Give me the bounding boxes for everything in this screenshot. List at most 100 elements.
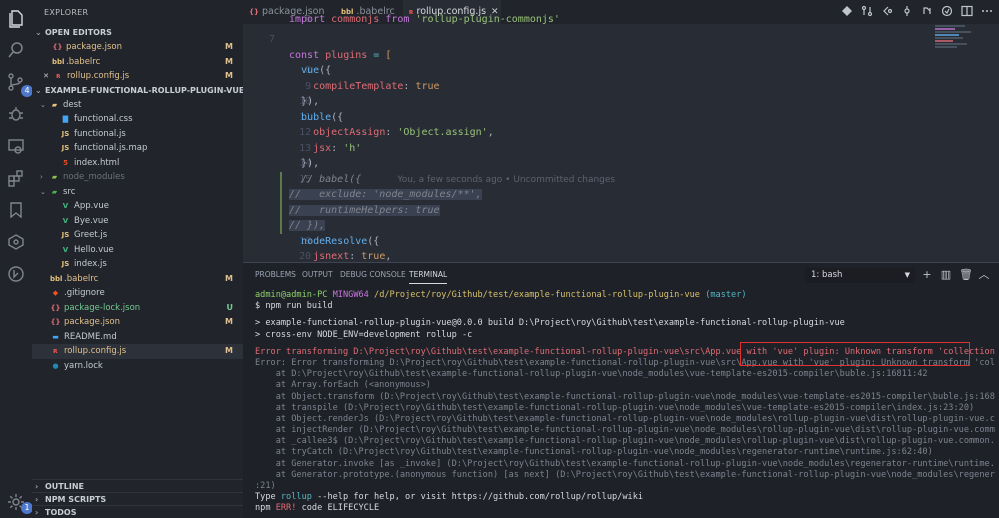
folder-open-icon: ▰ — [51, 187, 58, 196]
panel-tabs: PROBLEMS OUTPUT DEBUG CONSOLE TERMINAL 1… — [243, 263, 999, 287]
open-editor-item[interactable]: bbl .babelrc M — [32, 55, 243, 70]
code-line: 17// exclude: 'node_modules/**', — [243, 187, 999, 216]
tree-folder-node-modules[interactable]: › ▰ node_modules — [32, 170, 243, 185]
more-actions-icon[interactable] — [981, 5, 993, 19]
terminal-line: > cross-env NODE_ENV=development rollup … — [255, 329, 473, 340]
tree-folder-src[interactable]: ⌄ ▰ src — [32, 185, 243, 200]
folder-open-icon: ▰ — [51, 100, 58, 109]
activity-bar: 4 1 — [0, 0, 33, 518]
open-editor-item[interactable]: ✕ ʀ rollup.config.js M — [32, 69, 243, 84]
code-line: 11 }), — [299, 96, 320, 123]
minimap[interactable] — [935, 24, 979, 64]
tree-file[interactable]: JS Greet.js — [32, 228, 243, 243]
sidebar-bottom-sections: › OUTLINE › NPM SCRIPTS › TODOS — [32, 479, 243, 518]
settings-gear-icon[interactable]: 1 — [6, 492, 33, 514]
code-line: 14 jsx: 'h' — [299, 142, 362, 170]
code-line: 20 nodeResolve({ — [299, 235, 380, 263]
tree-folder-dest[interactable]: ⌄ ▰ dest — [32, 98, 243, 113]
tree-file[interactable]: bbl .babelrc M — [32, 272, 243, 287]
tab-debug-console[interactable]: DEBUG CONSOLE — [340, 263, 406, 287]
close-icon[interactable]: ✕ — [42, 69, 50, 84]
chevron-right-icon: › — [40, 173, 43, 181]
search-icon[interactable] — [6, 40, 26, 60]
terminal-output[interactable]: admin@admin-PC MINGW64 /d/Project/roy/Gi… — [255, 290, 995, 515]
tree-file[interactable]: JS index.js — [32, 257, 243, 272]
kill-terminal-icon[interactable]: 🗑 — [959, 268, 973, 282]
terminal-npm-error: npm ERR! code ELIFECYCLE — [255, 503, 380, 514]
bottom-panel: PROBLEMS OUTPUT DEBUG CONSOLE TERMINAL 1… — [243, 262, 999, 518]
js-file-icon: JS — [61, 231, 70, 239]
outline-header[interactable]: › OUTLINE — [32, 479, 243, 492]
open-editor-item[interactable]: {} package.json M — [32, 40, 243, 55]
files-icon[interactable] — [6, 8, 26, 28]
tab-problems[interactable]: PROBLEMS — [255, 263, 296, 287]
split-terminal-icon[interactable]: ▥ — [940, 268, 952, 282]
terminal-stack-line: at Array.forEach (<anonymous>) — [255, 380, 431, 391]
map-file-icon: JS — [61, 144, 70, 152]
tree-file[interactable]: ● yarn.lock — [32, 359, 243, 374]
terminal-help-line: Type rollup --help for help, or visit ht… — [255, 492, 644, 503]
extensions-icon[interactable] — [6, 168, 26, 188]
code-line: 6import commonjs from 'rollup-plugin-com… — [289, 14, 560, 25]
tree-file[interactable]: V App.vue — [32, 199, 243, 214]
bookmark-icon[interactable] — [6, 200, 26, 220]
gitlens-icon[interactable] — [6, 232, 26, 252]
terminal-shell-select[interactable]: 1: bash ▼ — [805, 268, 915, 283]
code-line: 9 vue({ — [301, 65, 332, 92]
terminal-stack-line: at tryCatch (D:\Project\roy\Github\test\… — [255, 447, 933, 458]
npm-scripts-header[interactable]: › NPM SCRIPTS — [32, 492, 243, 505]
chevron-down-icon: ⌄ — [40, 187, 46, 196]
rollup-file-icon: ʀ — [53, 347, 58, 355]
commit-icon[interactable] — [901, 5, 913, 19]
source-control-icon[interactable]: 4 — [6, 72, 33, 97]
babel-file-icon: bbl — [52, 57, 65, 66]
code-line: 15 }), — [299, 158, 320, 185]
open-editors-header[interactable]: ⌄ OPEN EDITORS — [32, 26, 243, 40]
tree-file[interactable]: ◆ .gitignore — [32, 286, 243, 301]
tree-file[interactable]: JS functional.js.map — [32, 141, 243, 156]
tree-file[interactable]: ▬ README.md — [32, 330, 243, 345]
tab-terminal[interactable]: TERMINAL — [409, 263, 448, 287]
tree-file[interactable]: {} package.json M — [32, 315, 243, 330]
toggle-diff-icon[interactable] — [941, 5, 953, 19]
editor-area: {} package.json bbl .babelrc ʀ rollup.confi… — [243, 0, 999, 262]
html-file-icon: 5 — [63, 158, 68, 167]
open-changes-icon[interactable] — [921, 5, 933, 19]
todos-header[interactable]: › TODOS — [32, 505, 243, 518]
tree-file[interactable]: ▇ functional.css — [32, 112, 243, 127]
debug-icon[interactable] — [6, 104, 26, 124]
dropdown-arrow-icon: ▼ — [904, 271, 910, 279]
editor-toolbar — [841, 5, 993, 19]
tree-file[interactable]: {} package-lock.json U — [32, 301, 243, 316]
compare-icon[interactable] — [841, 5, 853, 19]
project-folder-header[interactable]: ⌄ EXAMPLE-FUNCTIONAL-ROLLUP-PLUGIN-VUE — [32, 84, 243, 98]
terminal-line: > example-functional-rollup-plugin-vue@0… — [255, 318, 845, 329]
markdown-file-icon: ▬ — [52, 332, 59, 341]
code-line: 13 objectAssign: 'Object.assign', — [299, 127, 494, 154]
tree-file[interactable]: 5 index.html — [32, 156, 243, 171]
folder-icon: ▰ — [51, 173, 58, 181]
code-view[interactable]: 6import commonjs from 'rollup-plugin-com… — [243, 14, 999, 263]
git-blame-annotation: You, a few seconds ago • Uncommitted cha… — [397, 174, 616, 185]
tree-file[interactable]: V Hello.vue — [32, 243, 243, 258]
history-icon[interactable] — [6, 264, 26, 284]
rollup-file-icon: ʀ — [56, 72, 61, 80]
tab-output[interactable]: OUTPUT — [302, 263, 333, 287]
json-file-icon: {} — [50, 318, 61, 326]
terminal-stack-line: at Object.transform (D:\Project\roy\Gith… — [255, 391, 995, 402]
tree-file-selected[interactable]: ʀ rollup.config.js M — [32, 344, 243, 359]
json-file-icon: {} — [249, 8, 259, 16]
chevron-down-icon: ⌄ — [35, 85, 42, 95]
remote-explorer-icon[interactable] — [6, 136, 26, 156]
git-compare-icon[interactable] — [861, 5, 873, 19]
js-file-icon: JS — [61, 129, 70, 138]
new-terminal-icon[interactable]: + — [921, 268, 933, 282]
tree-file[interactable]: V Bye.vue — [32, 214, 243, 229]
maximize-panel-icon[interactable]: ︿ — [978, 268, 990, 282]
code-line: 7 — [268, 34, 275, 45]
terminal-stack-line: at _callee3$ (D:\Project\roy\Github\test… — [255, 436, 995, 447]
tree-file[interactable]: JS functional.js — [32, 127, 243, 142]
previous-change-icon[interactable] — [881, 5, 893, 19]
code-line: 21 jsnext: true, — [313, 251, 392, 262]
split-editor-icon[interactable] — [961, 5, 973, 19]
